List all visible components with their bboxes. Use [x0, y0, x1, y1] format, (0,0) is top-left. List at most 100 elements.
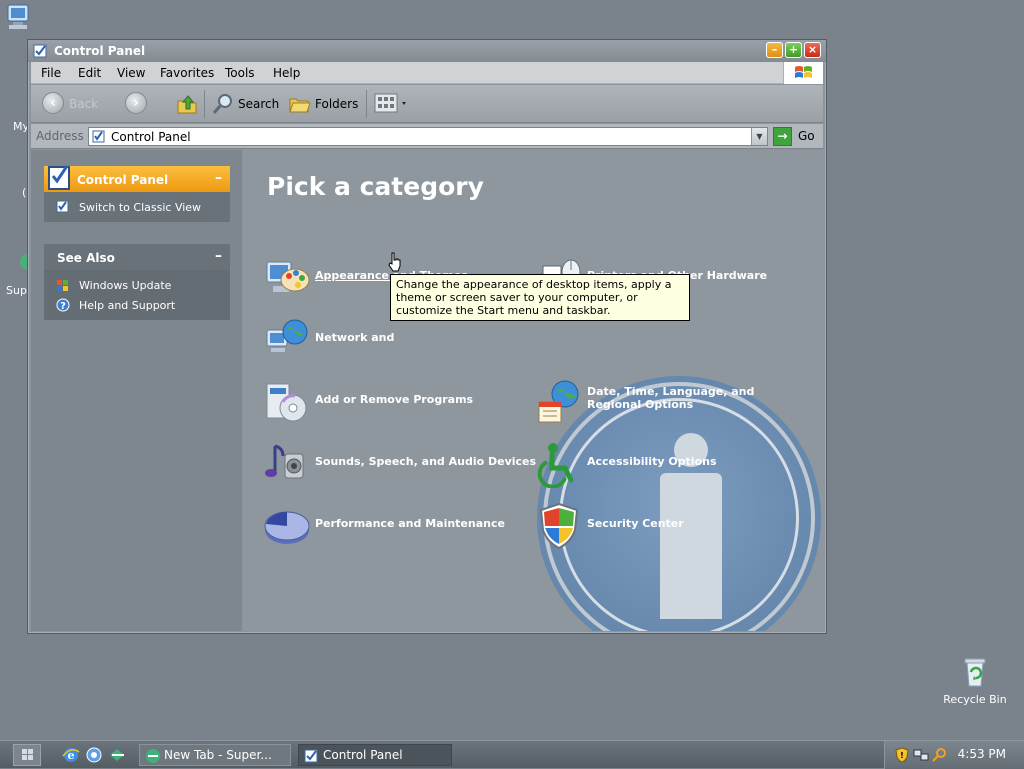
- folders-label: Folders: [315, 97, 359, 111]
- control-panel-icon: [92, 130, 106, 147]
- category-tooltip: Change the appearance of desktop items, …: [390, 274, 690, 321]
- go-button[interactable]: → Go: [773, 127, 828, 146]
- close-button[interactable]: ×: [804, 42, 821, 58]
- performance-icon: [263, 502, 311, 553]
- desktop-icon-label: (: [22, 186, 27, 199]
- desktop-icon-unknown[interactable]: (: [0, 170, 30, 210]
- menu-tools[interactable]: Tools: [225, 66, 255, 80]
- category-network[interactable]: Network and: [263, 316, 503, 366]
- desktop-icon-recycle-bin[interactable]: Recycle Bin: [940, 656, 1010, 706]
- go-arrow-icon: →: [773, 127, 792, 146]
- window-title: Control Panel: [54, 44, 146, 58]
- link-label: Switch to Classic View: [79, 201, 202, 214]
- up-folder-button[interactable]: [175, 92, 199, 116]
- folders-icon: [289, 98, 311, 113]
- control-panel-panel-body: Switch to Classic View: [44, 192, 230, 222]
- start-grid-icon: [22, 749, 33, 760]
- help-support-link[interactable]: ? Help and Support: [44, 296, 230, 316]
- panel-title: See Also: [57, 251, 115, 265]
- menu-edit[interactable]: Edit: [78, 66, 101, 80]
- control-panel-window: Control Panel – + × File Edit View Favor…: [27, 39, 827, 634]
- quicklaunch-internet-explorer-icon[interactable]: e: [62, 746, 80, 767]
- add-remove-programs-icon: [263, 378, 311, 429]
- address-bar: Address Control Panel ▼ → Go: [31, 124, 823, 149]
- windows-update-link[interactable]: Windows Update: [44, 276, 230, 296]
- menu-file[interactable]: File: [41, 66, 61, 80]
- desktop-icon-support[interactable]: Sup: [0, 250, 30, 300]
- toolbar-separator: [366, 90, 367, 118]
- desktop-icon-my-computer[interactable]: Co: [0, 2, 30, 37]
- category-label: Date, Time, Language, and Regional Optio…: [587, 385, 755, 411]
- up-folder-icon: [177, 95, 197, 114]
- tray-search-icon[interactable]: [931, 747, 947, 766]
- forward-button[interactable]: ›: [125, 92, 155, 116]
- go-label: Go: [798, 129, 815, 143]
- see-also-panel-header[interactable]: See Also –: [44, 244, 230, 270]
- toolbar: ‹ Back › Search Folders: [31, 85, 823, 123]
- windows-logo-box: [783, 62, 823, 84]
- quicklaunch-messenger-icon[interactable]: [108, 746, 126, 767]
- menu-help[interactable]: Help: [273, 66, 300, 80]
- folders-button[interactable]: Folders: [288, 92, 363, 116]
- toolbar-separator: [204, 90, 205, 118]
- start-button[interactable]: [13, 744, 41, 766]
- switch-classic-view-link[interactable]: Switch to Classic View: [44, 198, 230, 218]
- search-label: Search: [238, 97, 280, 111]
- category-accessibility[interactable]: Accessibility Options: [535, 440, 775, 490]
- task-pane: Control Panel – Switch to Classic View S…: [31, 150, 242, 631]
- control-panel-panel-header[interactable]: Control Panel –: [44, 165, 230, 192]
- forward-arrow-icon: ›: [125, 92, 147, 114]
- taskbar: e New Tab - Super... Control Panel ! 4:5…: [0, 740, 1024, 769]
- category-label: Performance and Maintenance: [315, 517, 505, 530]
- category-security-center[interactable]: Security Center: [535, 502, 775, 552]
- taskbar-button-control-panel[interactable]: Control Panel: [298, 744, 452, 766]
- help-icon: ?: [56, 298, 70, 315]
- title-bar[interactable]: Control Panel – + ×: [28, 40, 826, 62]
- category-date-time-language[interactable]: Date, Time, Language, and Regional Optio…: [535, 378, 815, 428]
- address-input[interactable]: Control Panel ▼: [88, 127, 768, 146]
- back-button[interactable]: ‹ Back: [42, 92, 112, 116]
- network-icon: [263, 316, 311, 367]
- views-button[interactable]: [374, 92, 410, 116]
- taskbar-button-label: Control Panel: [323, 748, 403, 762]
- link-label: Windows Update: [79, 279, 172, 292]
- views-grid-icon: [374, 93, 406, 113]
- control-panel-checklist-icon: [46, 162, 74, 195]
- svg-text:!: !: [900, 751, 904, 760]
- recycle-bin-label: Recycle Bin: [943, 693, 1007, 706]
- link-label: Help and Support: [79, 299, 176, 312]
- maximize-button[interactable]: +: [785, 42, 802, 58]
- desktop-icon-my-documents[interactable]: My: [0, 118, 30, 138]
- minimize-button[interactable]: –: [766, 42, 783, 58]
- category-add-remove-programs[interactable]: Add or Remove Programs: [263, 378, 503, 428]
- hand-cursor-icon: [388, 252, 402, 275]
- category-performance-maintenance[interactable]: Performance and Maintenance: [263, 502, 505, 553]
- category-sounds-speech-audio[interactable]: Sounds, Speech, and Audio Devices: [263, 440, 536, 491]
- page-title: Pick a category: [267, 172, 484, 201]
- control-panel-icon: [304, 748, 320, 767]
- taskbar-button-new-tab[interactable]: New Tab - Super...: [139, 744, 291, 766]
- see-also-panel: See Also – Windows Update ? Help and Sup…: [44, 244, 230, 320]
- control-panel-panel: Control Panel – Switch to Classic View: [44, 165, 230, 222]
- menu-view[interactable]: View: [117, 66, 145, 80]
- content-area: Pick a category Appearance and Themes: [243, 150, 824, 631]
- taskbar-button-label: New Tab - Super...: [164, 748, 272, 762]
- category-label: Accessibility Options: [587, 455, 717, 468]
- address-value: Control Panel: [111, 130, 191, 144]
- address-dropdown-button[interactable]: ▼: [751, 128, 767, 145]
- quicklaunch-media-icon[interactable]: [85, 746, 103, 767]
- collapse-icon[interactable]: –: [215, 170, 222, 186]
- network-tray-icon[interactable]: [913, 747, 929, 766]
- security-alert-icon[interactable]: !: [895, 747, 909, 766]
- system-tray: ! 4:53 PM: [884, 741, 1024, 769]
- accessibility-icon: [535, 440, 583, 491]
- menu-favorites[interactable]: Favorites: [160, 66, 214, 80]
- security-shield-icon: [535, 502, 583, 553]
- sounds-icon: [263, 440, 311, 491]
- category-label: Sounds, Speech, and Audio Devices: [315, 455, 537, 468]
- recycle-bin-icon: [964, 658, 986, 687]
- control-panel-icon: [33, 44, 49, 61]
- menu-bar: File Edit View Favorites Tools Help: [31, 62, 823, 84]
- collapse-icon[interactable]: –: [215, 248, 222, 264]
- search-button[interactable]: Search: [211, 92, 283, 116]
